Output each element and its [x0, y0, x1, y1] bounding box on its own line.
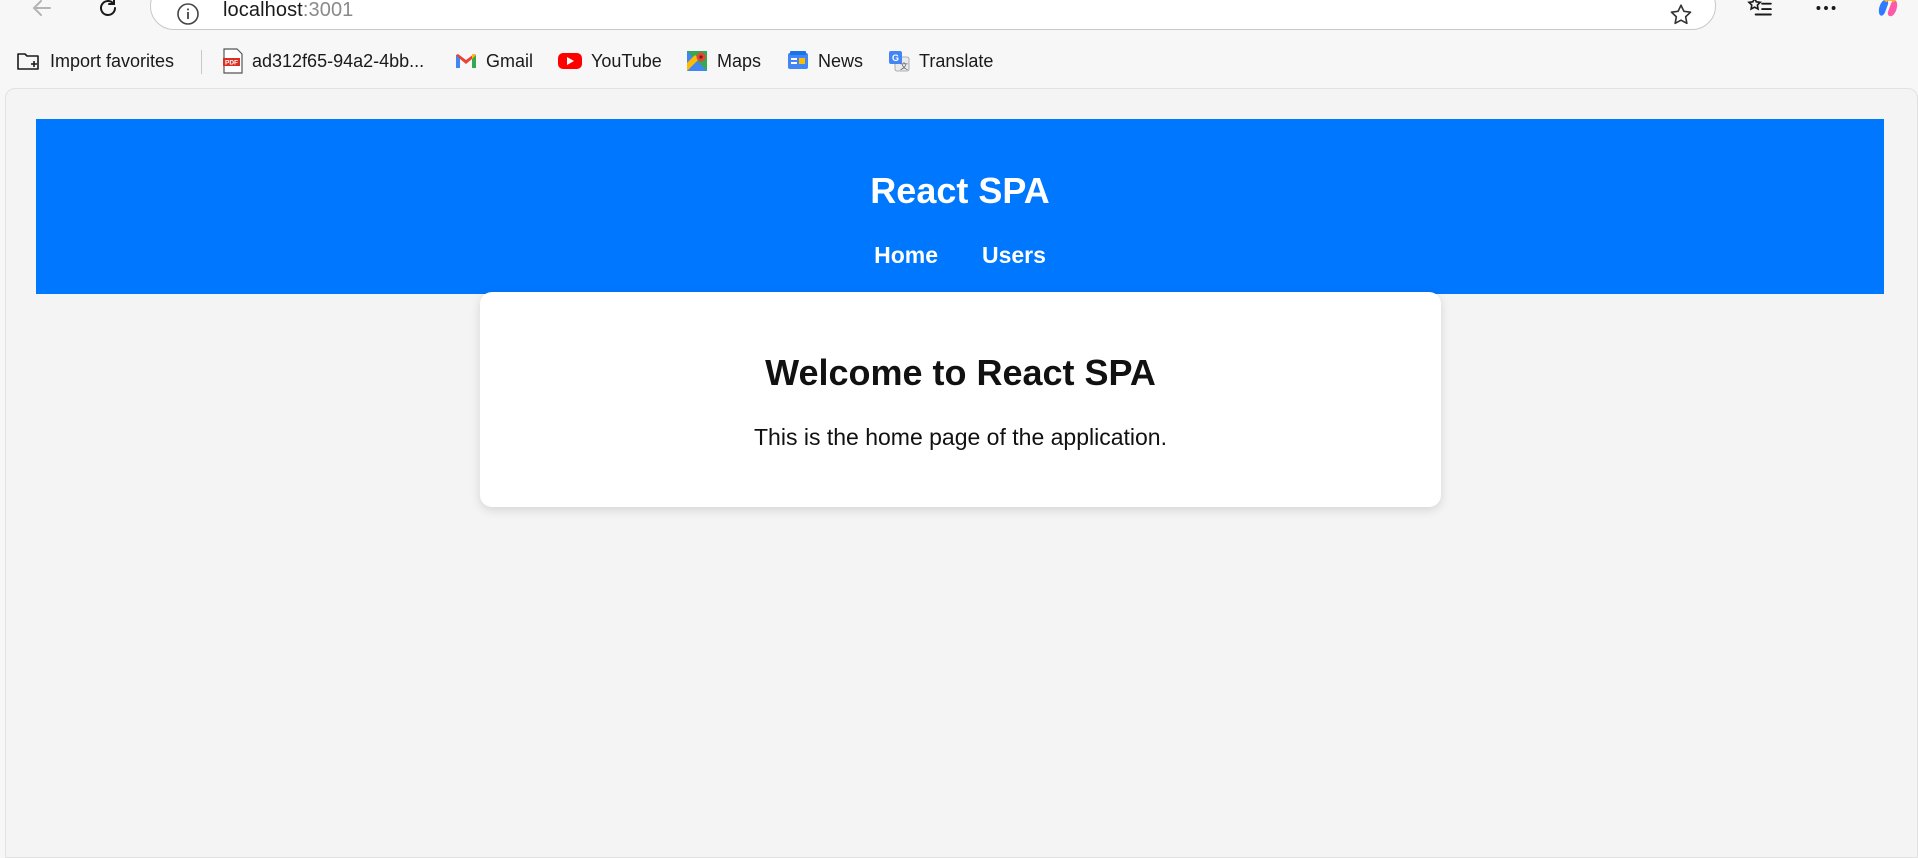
back-button[interactable] [28, 0, 56, 22]
refresh-icon [100, 0, 116, 16]
site-info-icon[interactable] [175, 1, 201, 27]
svg-text:文: 文 [900, 61, 908, 71]
favorite-gmail[interactable]: Gmail [454, 47, 533, 75]
copilot-button[interactable] [1874, 0, 1902, 22]
gmail-icon [456, 54, 476, 68]
back-arrow-icon [32, 0, 51, 16]
favorite-label: Maps [717, 50, 762, 71]
address-url[interactable]: localhost:3001 [223, 0, 353, 22]
youtube-icon [558, 53, 582, 69]
url-port: :3001 [302, 0, 354, 21]
app-header: React SPA Home Users [36, 119, 1884, 294]
app-nav: Home Users [36, 242, 1884, 269]
refresh-button[interactable] [94, 0, 122, 22]
welcome-card: Welcome to React SPA This is the home pa… [480, 292, 1441, 507]
app-title: React SPA [870, 170, 1050, 211]
more-options-button[interactable] [1812, 0, 1840, 22]
favorites-button[interactable] [1746, 0, 1774, 22]
more-dots-icon [1816, 6, 1836, 10]
welcome-text: This is the home page of the application… [754, 424, 1167, 450]
favorite-label: ad312f65-94a2-4bb... [252, 50, 425, 71]
favorite-translate[interactable]: G 文 Translate [887, 47, 993, 75]
maps-icon [687, 51, 707, 71]
pdf-icon: PDF [223, 48, 243, 74]
url-host: localhost [223, 0, 303, 21]
favorite-label: Import favorites [50, 50, 175, 71]
favorite-maps[interactable]: Maps [685, 47, 761, 75]
copilot-icon [1878, 0, 1898, 17]
page-viewport: React SPA Home Users Welcome to React SP… [5, 88, 1918, 858]
favorite-pdf[interactable]: PDF ad312f65-94a2-4bb... [222, 47, 424, 75]
favorite-label: YouTube [591, 50, 662, 71]
translate-icon: G 文 [889, 51, 910, 72]
svg-text:G: G [892, 53, 899, 63]
nav-link-users[interactable]: Users [982, 242, 1046, 269]
favorite-import[interactable]: Import favorites [16, 47, 174, 75]
nav-link-home[interactable]: Home [874, 242, 938, 269]
favorite-label: News [818, 50, 864, 71]
favorite-label: Translate [919, 50, 994, 71]
svg-text:PDF: PDF [225, 60, 238, 67]
welcome-heading: Welcome to React SPA [765, 352, 1156, 393]
favorite-news[interactable]: News [786, 47, 863, 75]
favorites-list-icon [1747, 0, 1772, 16]
favorite-youtube[interactable]: YouTube [557, 47, 662, 75]
favorites-divider [201, 50, 202, 74]
news-icon [788, 51, 808, 69]
browser-toolbar: localhost:3001 [0, 0, 1918, 40]
favorite-star-icon[interactable] [1667, 1, 1695, 29]
favorite-label: Gmail [486, 50, 534, 71]
address-bar[interactable]: localhost:3001 [150, 0, 1716, 30]
import-favorites-icon [17, 53, 39, 70]
